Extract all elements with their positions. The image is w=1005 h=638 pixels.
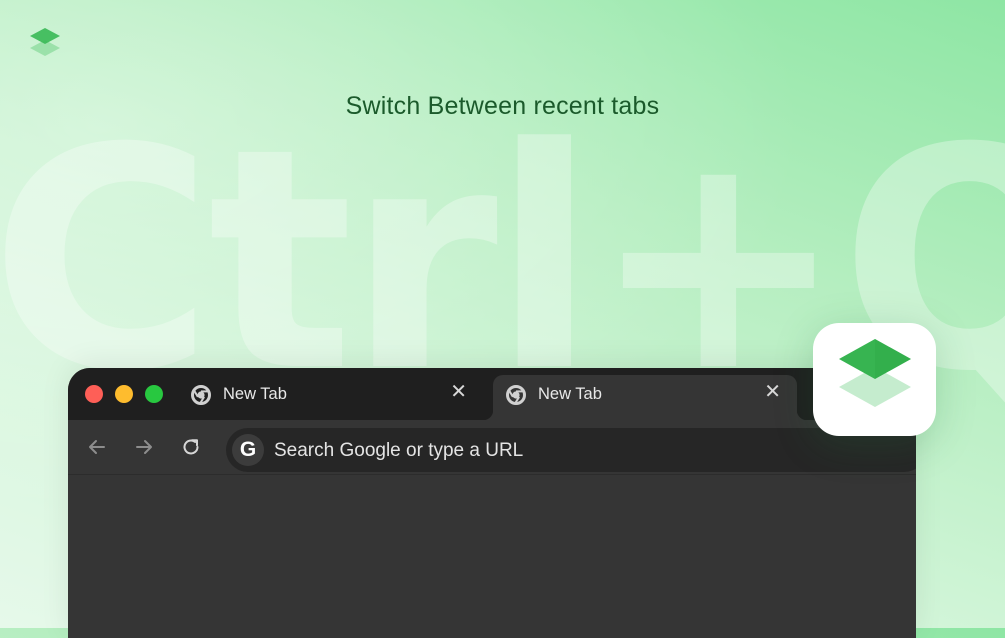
tab-close-icon[interactable]: ✕ bbox=[450, 382, 467, 402]
browser-toolbar: G Search Google or type a URL bbox=[68, 420, 916, 474]
chrome-icon bbox=[191, 385, 211, 405]
omnibox-placeholder[interactable]: Search Google or type a URL bbox=[274, 440, 523, 462]
omnibox[interactable]: G Search Google or type a URL bbox=[226, 428, 916, 472]
tab-close-icon[interactable]: ✕ bbox=[764, 382, 781, 402]
browser-window: New Tab ✕ New Tab ✕ G Search Google or t… bbox=[68, 368, 916, 638]
arrow-right-icon[interactable] bbox=[133, 436, 155, 458]
app-logo-icon bbox=[27, 26, 63, 64]
stack-layers-icon bbox=[839, 339, 911, 407]
tab-title: New Tab bbox=[223, 385, 287, 403]
window-maximize-button[interactable] bbox=[145, 385, 163, 403]
headline: Switch Between recent tabs bbox=[345, 92, 660, 120]
google-icon: G bbox=[232, 434, 264, 466]
chrome-icon bbox=[506, 385, 526, 405]
tab-strip: New Tab ✕ New Tab ✕ bbox=[68, 368, 916, 420]
window-close-button[interactable] bbox=[85, 385, 103, 403]
reload-icon[interactable] bbox=[180, 436, 202, 458]
app-icon bbox=[813, 323, 936, 436]
tab-active[interactable]: New Tab ✕ bbox=[483, 375, 807, 420]
tab-inactive[interactable]: New Tab ✕ bbox=[178, 375, 483, 420]
tab-title: New Tab bbox=[538, 385, 602, 403]
arrow-left-icon[interactable] bbox=[86, 436, 108, 458]
page-content bbox=[68, 474, 916, 638]
window-minimize-button[interactable] bbox=[115, 385, 133, 403]
